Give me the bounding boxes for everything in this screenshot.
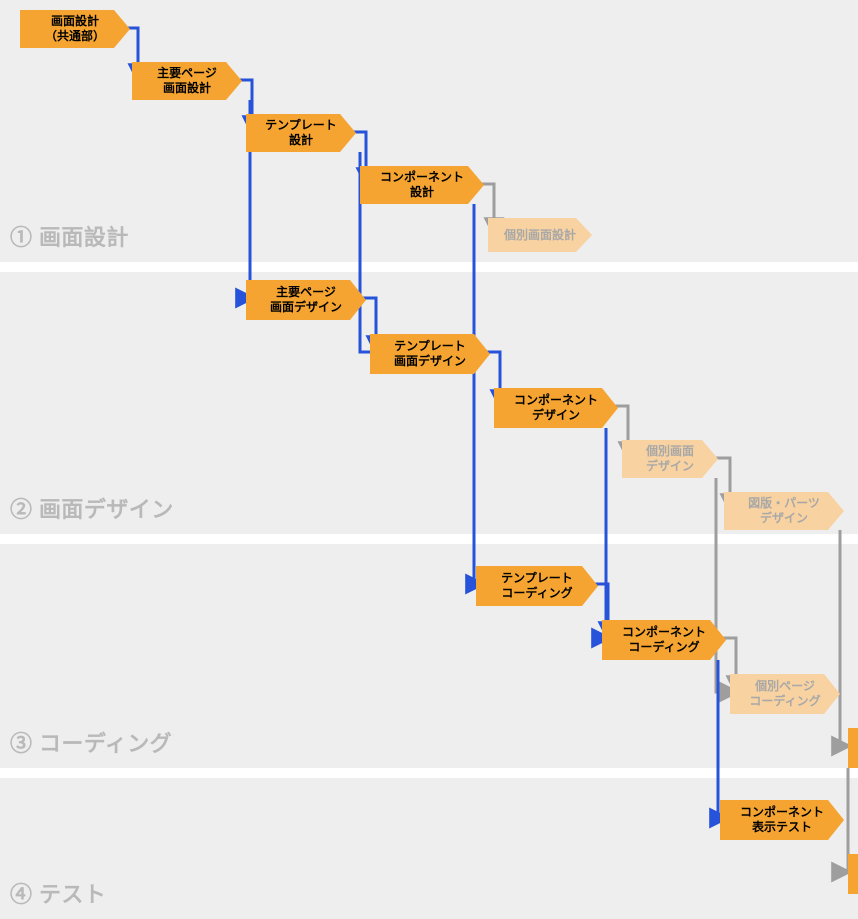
section-screen-design: ① 画面設計 bbox=[0, 0, 858, 262]
flow-node bbox=[848, 854, 858, 894]
flow-node: 個別画面設計 bbox=[488, 218, 592, 252]
flow-node: テンプレート コーディング bbox=[476, 566, 598, 606]
flow-node: 主要ページ 画面設計 bbox=[132, 62, 242, 100]
flow-node: コンポーネント デザイン bbox=[494, 388, 618, 428]
section-label: ④ テスト bbox=[10, 877, 106, 909]
flow-node: テンプレート 画面デザイン bbox=[370, 334, 490, 374]
flow-node: 図版・パーツ デザイン bbox=[724, 492, 844, 530]
flow-node: コンポーネント 表示テスト bbox=[720, 800, 844, 840]
section-label: ① 画面設計 bbox=[10, 220, 129, 252]
flow-node: コンポーネント コーディング bbox=[602, 620, 726, 660]
flow-node: 主要ページ 画面デザイン bbox=[246, 280, 366, 320]
flow-node: 画面設計 （共通部） bbox=[20, 10, 130, 48]
flow-node: テンプレート 設計 bbox=[246, 114, 356, 152]
section-label: ② 画面デザイン bbox=[10, 492, 174, 524]
flow-node: 個別画面 デザイン bbox=[622, 440, 718, 478]
flow-node bbox=[848, 728, 858, 768]
section-test: ④ テスト bbox=[0, 778, 858, 919]
section-label: ③ コーディング bbox=[10, 726, 172, 758]
flow-node: 個別ページ コーディング bbox=[730, 674, 840, 714]
section-coding: ③ コーディング bbox=[0, 544, 858, 768]
flow-node: コンポーネント 設計 bbox=[360, 166, 484, 204]
